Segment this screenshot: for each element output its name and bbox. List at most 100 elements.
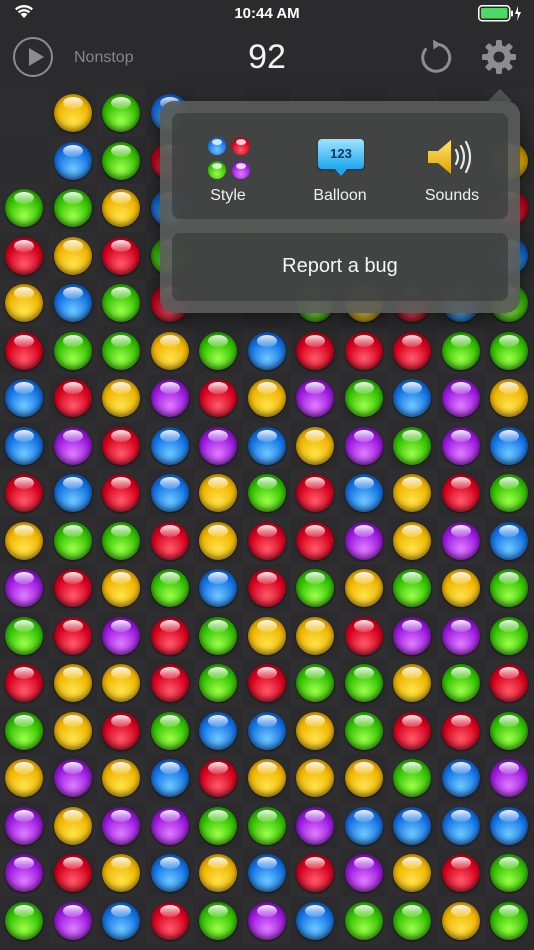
red-ball[interactable] <box>441 854 480 892</box>
green-ball[interactable] <box>490 901 529 940</box>
board-cell[interactable] <box>97 564 146 612</box>
green-ball[interactable] <box>5 901 43 940</box>
board-cell[interactable] <box>194 612 243 660</box>
board-cell[interactable] <box>243 802 292 850</box>
board-cell[interactable] <box>243 564 292 612</box>
board-cell[interactable] <box>340 754 389 802</box>
green-ball[interactable] <box>296 569 335 607</box>
board-cell[interactable] <box>0 754 49 802</box>
board-cell[interactable] <box>485 612 534 660</box>
board-cell[interactable] <box>194 754 243 802</box>
restart-icon[interactable] <box>415 37 455 77</box>
red-ball[interactable] <box>102 711 141 750</box>
board-cell[interactable] <box>49 754 98 802</box>
balloon-option[interactable]: 123 Balloon <box>284 113 396 219</box>
board-cell[interactable] <box>291 374 340 422</box>
board-cell[interactable] <box>485 754 534 802</box>
yellow-ball[interactable] <box>296 426 335 465</box>
purple-ball[interactable] <box>344 854 383 892</box>
purple-ball[interactable] <box>102 806 141 845</box>
board-cell[interactable] <box>146 564 195 612</box>
yellow-ball[interactable] <box>150 331 189 370</box>
style-option[interactable]: Style <box>172 113 284 219</box>
green-ball[interactable] <box>5 616 43 655</box>
yellow-ball[interactable] <box>199 474 238 512</box>
board-cell[interactable] <box>388 897 437 945</box>
board-cell[interactable] <box>0 849 49 897</box>
yellow-ball[interactable] <box>441 569 480 607</box>
board-cell[interactable] <box>0 564 49 612</box>
board-cell[interactable] <box>340 422 389 470</box>
red-ball[interactable] <box>247 521 286 560</box>
board-cell[interactable] <box>291 897 340 945</box>
blue-ball[interactable] <box>53 141 92 180</box>
red-ball[interactable] <box>102 426 141 465</box>
red-ball[interactable] <box>296 331 335 370</box>
board-cell[interactable] <box>0 89 49 137</box>
board-cell[interactable] <box>49 374 98 422</box>
board-cell[interactable] <box>97 849 146 897</box>
red-ball[interactable] <box>150 521 189 560</box>
board-cell[interactable] <box>194 802 243 850</box>
board-cell[interactable] <box>437 754 486 802</box>
yellow-ball[interactable] <box>344 759 383 797</box>
red-ball[interactable] <box>102 474 141 512</box>
yellow-ball[interactable] <box>53 236 92 275</box>
board-cell[interactable] <box>340 469 389 517</box>
board-cell[interactable] <box>243 517 292 565</box>
board-cell[interactable] <box>146 707 195 755</box>
yellow-ball[interactable] <box>247 759 286 797</box>
yellow-ball[interactable] <box>102 664 141 702</box>
blue-ball[interactable] <box>344 474 383 512</box>
purple-ball[interactable] <box>150 806 189 845</box>
blue-ball[interactable] <box>5 426 43 465</box>
green-ball[interactable] <box>102 331 141 370</box>
report-bug-button[interactable]: Report a bug <box>172 233 508 301</box>
purple-ball[interactable] <box>247 901 286 940</box>
board-cell[interactable] <box>291 564 340 612</box>
blue-ball[interactable] <box>490 806 529 845</box>
purple-ball[interactable] <box>393 616 432 655</box>
yellow-ball[interactable] <box>393 664 432 702</box>
board-cell[interactable] <box>243 327 292 375</box>
red-ball[interactable] <box>150 616 189 655</box>
board-cell[interactable] <box>49 612 98 660</box>
red-ball[interactable] <box>5 331 43 370</box>
board-cell[interactable] <box>49 327 98 375</box>
red-ball[interactable] <box>247 569 286 607</box>
yellow-ball[interactable] <box>53 94 92 132</box>
board-cell[interactable] <box>146 802 195 850</box>
board-cell[interactable] <box>291 517 340 565</box>
red-ball[interactable] <box>150 901 189 940</box>
board-cell[interactable] <box>291 802 340 850</box>
green-ball[interactable] <box>344 664 383 702</box>
red-ball[interactable] <box>199 379 238 417</box>
green-ball[interactable] <box>53 189 92 227</box>
board-cell[interactable] <box>388 517 437 565</box>
purple-ball[interactable] <box>441 379 480 417</box>
red-ball[interactable] <box>53 854 92 892</box>
board-cell[interactable] <box>0 707 49 755</box>
purple-ball[interactable] <box>441 426 480 465</box>
board-cell[interactable] <box>291 422 340 470</box>
board-cell[interactable] <box>388 374 437 422</box>
blue-ball[interactable] <box>53 474 92 512</box>
yellow-ball[interactable] <box>53 711 92 750</box>
board-cell[interactable] <box>97 659 146 707</box>
board-cell[interactable] <box>97 184 146 232</box>
green-ball[interactable] <box>344 379 383 417</box>
blue-ball[interactable] <box>53 284 92 322</box>
green-ball[interactable] <box>393 901 432 940</box>
board-cell[interactable] <box>0 184 49 232</box>
board-cell[interactable] <box>97 327 146 375</box>
board-cell[interactable] <box>49 89 98 137</box>
green-ball[interactable] <box>490 474 529 512</box>
red-ball[interactable] <box>344 616 383 655</box>
board-cell[interactable] <box>49 802 98 850</box>
board-cell[interactable] <box>243 754 292 802</box>
board-cell[interactable] <box>437 707 486 755</box>
board-cell[interactable] <box>194 422 243 470</box>
red-ball[interactable] <box>393 331 432 370</box>
red-ball[interactable] <box>53 569 92 607</box>
green-ball[interactable] <box>344 901 383 940</box>
